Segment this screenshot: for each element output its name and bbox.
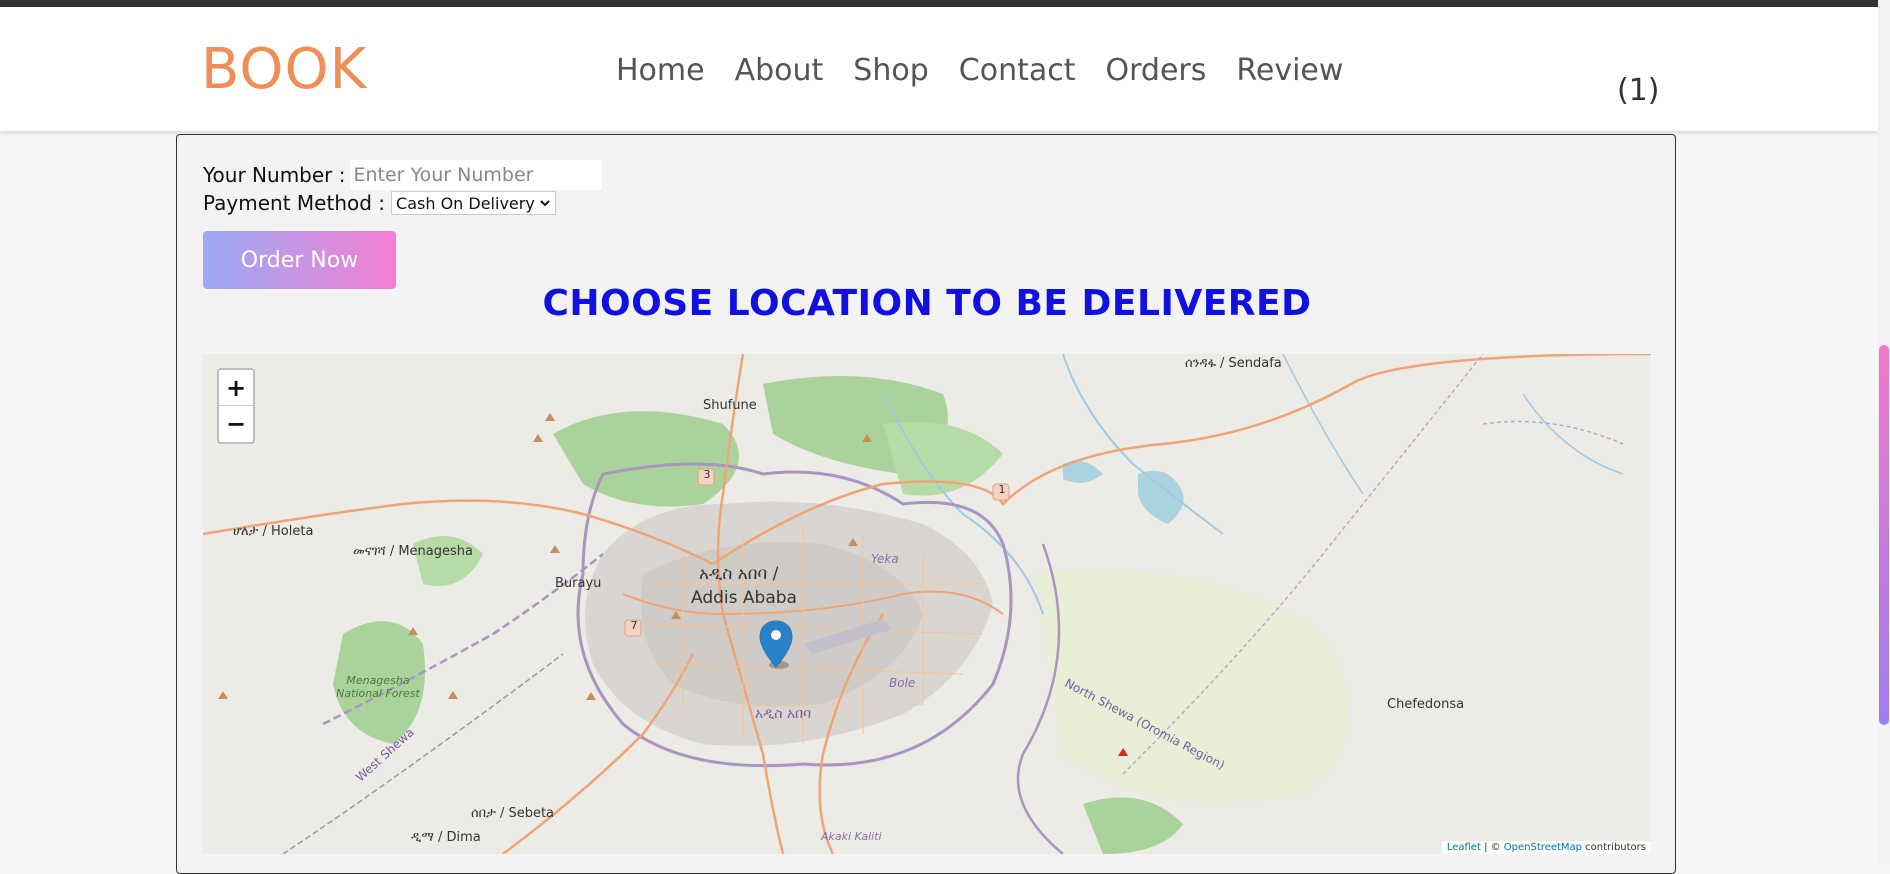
zoom-out-button[interactable]: − <box>219 406 253 442</box>
payment-row: Payment Method : Cash On Delivery <box>203 189 602 217</box>
attribution-tail: contributors <box>1582 842 1646 853</box>
cart-count[interactable]: (1) <box>1617 73 1660 108</box>
label-holeta: ሆለታ / Holeta <box>233 524 314 539</box>
nav-orders[interactable]: Orders <box>1105 53 1206 88</box>
nav-about[interactable]: About <box>735 53 824 88</box>
location-marker-icon[interactable] <box>757 619 795 671</box>
payment-selected: Cash On Delivery <box>396 193 535 213</box>
zoom-control: + − <box>217 368 255 444</box>
leaflet-link[interactable]: Leaflet <box>1447 842 1481 853</box>
main-nav: Home About Shop Contact Orders Review <box>616 53 1343 88</box>
label-sebeta: ሰበታ / Sebeta <box>471 806 555 821</box>
label-bole: Bole <box>889 676 916 690</box>
order-form: Your Number : Payment Method : Cash On D… <box>203 160 602 289</box>
attribution-separator: | © <box>1480 842 1504 853</box>
label-akaki-kaliti: Akaki Kaliti <box>821 830 882 843</box>
location-map[interactable]: 3 1 7 ሰንዳፋ / Sendafa Shufune ሆለታ / Holet… <box>203 354 1651 854</box>
nav-review[interactable]: Review <box>1236 53 1343 88</box>
nav-contact[interactable]: Contact <box>959 53 1076 88</box>
location-heading: CHOOSE LOCATION TO BE DELIVERED <box>542 283 1312 324</box>
osm-link[interactable]: OpenStreetMap <box>1504 842 1582 853</box>
scrollbar-thumb[interactable] <box>1879 345 1889 725</box>
number-label: Your Number : <box>203 163 346 187</box>
label-yeka: Yeka <box>871 552 899 566</box>
payment-label: Payment Method : <box>203 191 386 215</box>
label-burayu: Burayu <box>555 576 602 591</box>
label-addis-amharic: አዲስ አበባ / <box>699 564 779 584</box>
nav-home[interactable]: Home <box>616 53 705 88</box>
chevron-down-icon <box>540 200 550 207</box>
label-addis-amharic-2: አዲስ አበባ <box>755 706 812 722</box>
road-shield-1: 1 <box>998 483 1006 496</box>
label-addis-ababa: Addis Ababa <box>691 588 797 608</box>
number-input[interactable] <box>349 160 602 190</box>
label-chefedonsa: Chefedonsa <box>1387 697 1465 712</box>
site-logo[interactable]: BOOK <box>201 37 367 102</box>
label-menagesha: መናገሻ / Menagesha <box>353 544 473 559</box>
label-sendafa: ሰንዳፋ / Sendafa <box>1185 356 1282 371</box>
order-now-button[interactable]: Order Now <box>203 231 396 289</box>
road-shield-3: 3 <box>703 468 711 481</box>
payment-method-select[interactable]: Cash On Delivery <box>391 191 556 215</box>
zoom-in-button[interactable]: + <box>219 370 253 406</box>
top-bar <box>0 0 1890 7</box>
site-header: BOOK Home About Shop Contact Orders Revi… <box>0 7 1878 131</box>
road-shield-7: 7 <box>630 619 638 632</box>
label-dima: ዲማ / Dima <box>411 830 481 845</box>
label-shufune: Shufune <box>703 398 757 413</box>
checkout-panel: Your Number : Payment Method : Cash On D… <box>176 134 1676 874</box>
nav-shop[interactable]: Shop <box>853 53 928 88</box>
label-menagesha-forest: Menagesha National Forest <box>336 674 420 700</box>
number-row: Your Number : <box>203 160 602 190</box>
map-attribution: Leaflet | © OpenStreetMap contributors <box>1441 841 1651 854</box>
map-tiles <box>203 354 1651 854</box>
